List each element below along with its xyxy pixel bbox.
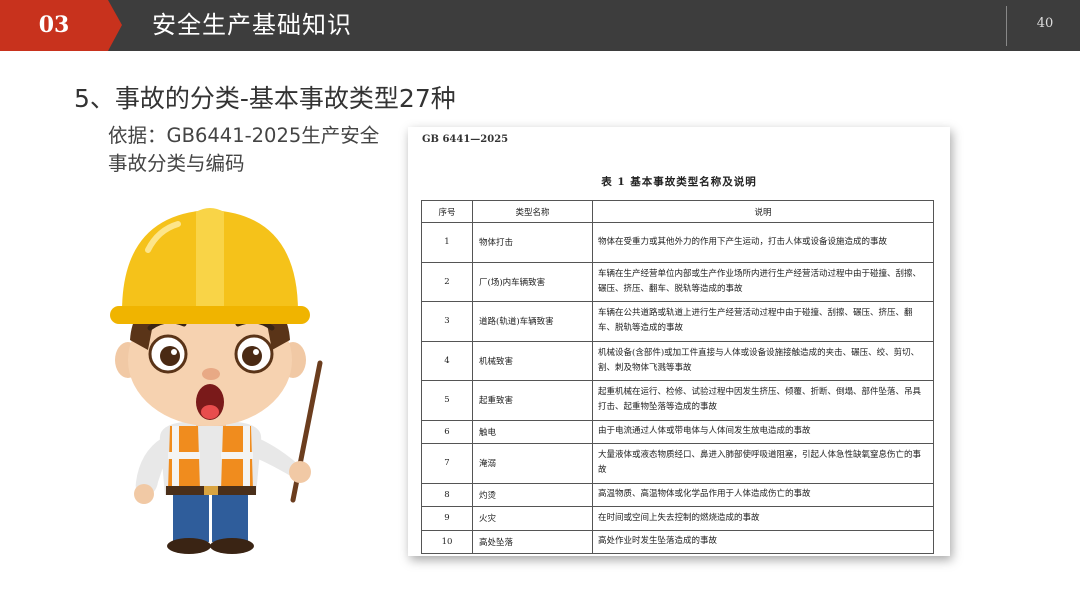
- row-number: 3: [421, 301, 473, 342]
- row-type-name: 道路(轨道)车辆致害: [472, 301, 593, 342]
- page-number: 40: [1036, 16, 1054, 31]
- table-row: 10 高处坠落 高处作业时发生坠落造成的事故: [421, 529, 934, 554]
- row-description: 起重机械在运行、检修、试验过程中因发生挤压、倾覆、折断、倒塌、部件坠落、吊具打击…: [592, 380, 934, 421]
- table-row: 2 厂(场)内车辆致害 车辆在生产经营单位内部或生产作业场所内进行生产经营活动过…: [421, 261, 934, 302]
- section-title: 安全生产基础知识: [152, 11, 352, 39]
- row-type-name: 物体打击: [472, 222, 593, 263]
- row-description: 大量液体或液态物质经口、鼻进入肺部使呼吸道阻塞，引起人体急性缺氧窒息伤亡的事故: [592, 443, 934, 484]
- table-row: 1 物体打击 物体在受重力或其他外力的作用下产生运动，打击人体或设备设施造成的事…: [421, 222, 934, 263]
- row-type-name: 触电: [472, 419, 593, 444]
- row-description: 物体在受重力或其他外力的作用下产生运动，打击人体或设备设施造成的事故: [592, 222, 934, 263]
- table-row: 6 触电 由于电流通过人体或带电体与人体间发生放电造成的事故: [421, 419, 934, 444]
- table-row: 8 灼烫 高温物质、高温物体或化学品作用于人体造成伤亡的事故: [421, 482, 934, 507]
- row-description: 在时间或空间上失去控制的燃烧造成的事故: [592, 506, 934, 531]
- section-number: 03: [38, 12, 70, 38]
- row-description: 高温物质、高温物体或化学品作用于人体造成伤亡的事故: [592, 482, 934, 507]
- row-number: 7: [421, 443, 473, 484]
- row-description: 车辆在生产经营单位内部或生产作业场所内进行生产经营活动过程中由于碰撞、刮擦、碾压…: [592, 261, 934, 302]
- table-row: 5 起重致害 起重机械在运行、检修、试验过程中因发生挤压、倾覆、折断、倒塌、部件…: [421, 380, 934, 421]
- row-description: 高处作业时发生坠落造成的事故: [592, 529, 934, 554]
- section-tab: 03: [0, 0, 122, 51]
- row-description: 由于电流通过人体或带电体与人体间发生放电造成的事故: [592, 419, 934, 444]
- column-header-no: 序号: [421, 200, 473, 223]
- basis-text: 依据：GB6441-2025生产安全事故分类与编码: [108, 124, 380, 175]
- row-number: 4: [421, 340, 473, 381]
- row-type-name: 起重致害: [472, 380, 593, 421]
- row-type-name: 火灾: [472, 506, 593, 531]
- standard-document-image: GB 6441—2025 表 1 基本事故类型名称及说明 序号 类型名称 说明 …: [408, 127, 950, 556]
- row-number: 2: [421, 261, 473, 302]
- accident-type-table: 序号 类型名称 说明 1 物体打击 物体在受重力或其他外力的作用下产生运动，打击…: [421, 200, 934, 554]
- row-type-name: 机械致害: [472, 340, 593, 381]
- table-row: 3 道路(轨道)车辆致害 车辆在公共道路或轨道上进行生产经营活动过程中由于碰撞、…: [421, 301, 934, 342]
- row-type-name: 灼烫: [472, 482, 593, 507]
- table-header-row: 序号 类型名称 说明: [421, 200, 934, 223]
- page-title: 5、事故的分类-基本事故类型27种: [74, 84, 456, 113]
- header-bar: 03 安全生产基础知识 40: [0, 0, 1080, 51]
- row-number: 1: [421, 222, 473, 263]
- row-type-name: 淹溺: [472, 443, 593, 484]
- row-description: 车辆在公共道路或轨道上进行生产经营活动过程中由于碰撞、刮擦、碾压、挤压、翻车、脱…: [592, 301, 934, 342]
- construction-worker-illustration: [110, 208, 323, 554]
- table-row: 7 淹溺 大量液体或液态物质经口、鼻进入肺部使呼吸道阻塞，引起人体急性缺氧窒息伤…: [421, 443, 934, 484]
- column-header-desc: 说明: [592, 200, 934, 223]
- row-number: 8: [421, 482, 473, 507]
- table-row: 9 火灾 在时间或空间上失去控制的燃烧造成的事故: [421, 506, 934, 531]
- column-header-name: 类型名称: [472, 200, 593, 223]
- table-row: 4 机械致害 机械设备(含部件)或加工件直接与人体或设备设施接触造成的夹击、碾压…: [421, 340, 934, 381]
- row-description: 机械设备(含部件)或加工件直接与人体或设备设施接触造成的夹击、碾压、绞、剪切、割…: [592, 340, 934, 381]
- header-divider: [1006, 6, 1007, 46]
- row-type-name: 厂(场)内车辆致害: [472, 261, 593, 302]
- row-number: 5: [421, 380, 473, 421]
- row-type-name: 高处坠落: [472, 529, 593, 554]
- table-caption: 表 1 基本事故类型名称及说明: [601, 176, 757, 188]
- standard-code: GB 6441—2025: [422, 134, 509, 145]
- row-number: 10: [421, 529, 473, 554]
- row-number: 6: [421, 419, 473, 444]
- row-number: 9: [421, 506, 473, 531]
